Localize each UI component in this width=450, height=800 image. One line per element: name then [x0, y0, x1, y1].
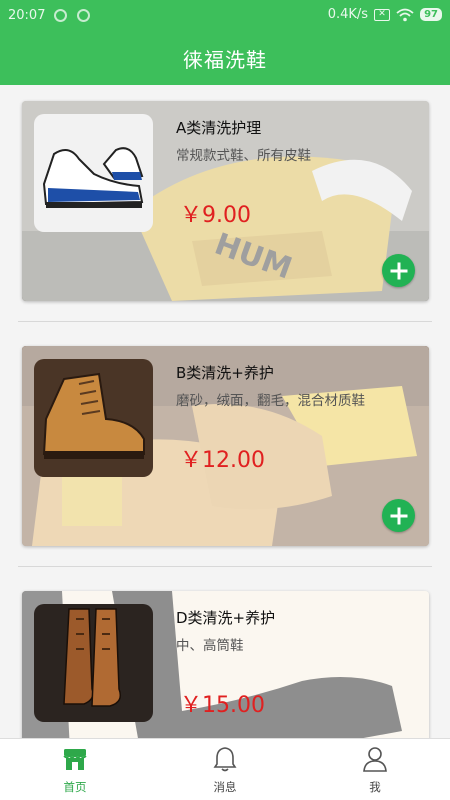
- product-list[interactable]: HUM A类清洗护理 常规款式鞋、所有皮鞋 ￥9.00: [0, 85, 450, 738]
- divider: [18, 566, 432, 567]
- notification-dot-icon: [54, 9, 67, 22]
- app-bar: 徕福洗鞋: [0, 32, 450, 85]
- tab-me[interactable]: 我: [300, 739, 450, 800]
- product-price: ￥12.00: [180, 448, 265, 473]
- divider: [18, 321, 432, 322]
- status-bar: 20:07 0.4K/s ✕ 97: [0, 0, 450, 32]
- list-item: B类清洗+养护 磨砂，绒面，翻毛，混合材质鞋 ￥12.00: [0, 330, 450, 575]
- network-speed: 0.4K/s: [327, 7, 369, 22]
- tab-messages[interactable]: 消息: [150, 739, 300, 800]
- product-card[interactable]: D类清洗+养护 中、高筒鞋 ￥15.00: [22, 591, 429, 738]
- product-description: 中、高筒鞋: [176, 638, 244, 654]
- product-price: ￥15.00: [180, 693, 265, 718]
- product-card[interactable]: HUM A类清洗护理 常规款式鞋、所有皮鞋 ￥9.00: [22, 101, 429, 301]
- list-item: D类清洗+养护 中、高筒鞋 ￥15.00: [0, 575, 450, 738]
- list-item: HUM A类清洗护理 常规款式鞋、所有皮鞋 ￥9.00: [0, 85, 450, 330]
- user-icon: [363, 747, 387, 772]
- page-title: 徕福洗鞋: [183, 48, 267, 72]
- product-price: ￥9.00: [180, 203, 251, 228]
- bell-icon: [213, 747, 237, 772]
- bottom-tab-bar: 首页 消息 我: [0, 738, 450, 800]
- product-description: 磨砂，绒面，翻毛，混合材质鞋: [176, 393, 365, 409]
- add-to-cart-button[interactable]: [382, 254, 415, 287]
- battery-level: 97: [420, 8, 442, 21]
- tab-label: 我: [369, 780, 381, 794]
- wifi-icon: [396, 8, 414, 21]
- status-indicators: 0.4K/s ✕ 97: [328, 7, 442, 22]
- product-description: 常规款式鞋、所有皮鞋: [176, 148, 311, 164]
- tab-home[interactable]: 首页: [0, 739, 150, 800]
- notification-dot-icon: [77, 9, 90, 22]
- sim-x-icon: ✕: [374, 8, 391, 21]
- product-card[interactable]: B类清洗+养护 磨砂，绒面，翻毛，混合材质鞋 ￥12.00: [22, 346, 429, 546]
- status-time: 20:07: [8, 8, 46, 23]
- product-name: A类清洗护理: [176, 119, 262, 137]
- store-icon: [63, 749, 87, 770]
- tab-label: 消息: [213, 780, 237, 794]
- add-to-cart-button[interactable]: [382, 499, 415, 532]
- tab-label: 首页: [63, 780, 87, 794]
- sneaker-icon: [34, 114, 153, 232]
- tall-boot-icon: [34, 604, 153, 722]
- product-name: B类清洗+养护: [176, 364, 274, 382]
- work-boot-icon: [34, 359, 153, 477]
- product-name: D类清洗+养护: [176, 609, 276, 627]
